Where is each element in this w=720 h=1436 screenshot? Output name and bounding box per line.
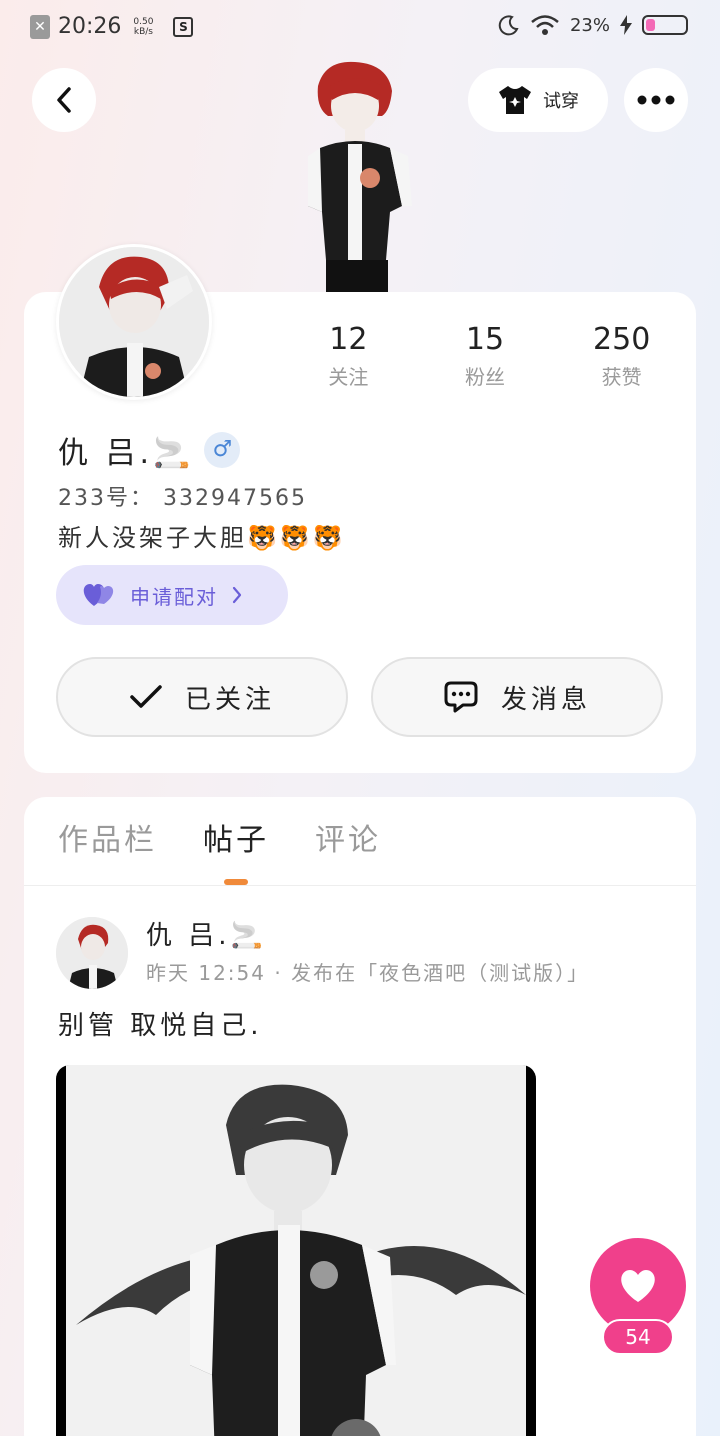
tab-divider	[24, 885, 696, 886]
chat-bubble-icon	[444, 681, 478, 713]
character-figure	[290, 56, 420, 292]
battery-percent: 23%	[569, 14, 610, 36]
more-options-button[interactable]	[624, 68, 688, 132]
stat-value: 15	[465, 322, 505, 357]
like-count: 54	[602, 1319, 674, 1355]
profile-stats: 12 关注 15 粉丝 250 获赞	[280, 322, 690, 390]
charging-icon	[620, 15, 632, 35]
heart-icon	[621, 1270, 655, 1302]
chevron-left-icon	[57, 87, 71, 113]
check-icon	[130, 685, 162, 708]
try-on-label: 试穿	[543, 91, 579, 112]
profile-avatar[interactable]	[56, 244, 212, 400]
try-on-button[interactable]: 试穿	[468, 68, 608, 132]
app-notification-icon: S	[173, 16, 194, 37]
post-author-avatar[interactable]	[56, 917, 128, 989]
post-author-name[interactable]: 仇 吕.🚬	[146, 915, 267, 952]
status-bar: ✕ 20:26 0.50 kB/s S 23%	[0, 0, 720, 56]
request-pair-label: 申请配对	[130, 584, 218, 609]
post-meta: 昨天 12:54 · 发布在「夜色酒吧（测试版）」	[146, 961, 590, 985]
wifi-icon	[531, 15, 559, 35]
stat-following[interactable]: 12 关注	[280, 322, 417, 390]
tshirt-icon	[499, 86, 531, 114]
male-gender-icon: ♂	[204, 432, 241, 468]
followed-label: 已关注	[184, 684, 275, 715]
send-message-button[interactable]: 发消息	[371, 657, 663, 737]
stat-value: 12	[329, 322, 368, 357]
feed-card: 作品栏 帖子 评论 仇 吕.🚬 昨天 12:54 · 发布在「夜色酒吧（测试版）…	[24, 797, 696, 1436]
notification-x-icon: ✕	[30, 14, 50, 39]
profile-uid: 233号： 332947565	[58, 486, 307, 511]
stat-label: 粉丝	[465, 365, 505, 389]
profile-name-text: 仇 吕.🚬	[58, 436, 195, 471]
moon-icon	[498, 15, 519, 36]
battery-icon	[642, 15, 688, 35]
post-text: 别管 取悦自己.	[58, 1011, 263, 1041]
content-tabs: 作品栏 帖子 评论	[58, 815, 381, 859]
more-dots-icon	[637, 95, 675, 105]
request-pair-button[interactable]: 申请配对	[56, 565, 288, 625]
status-time: 20:26	[58, 14, 122, 39]
stat-likes[interactable]: 250 获赞	[553, 322, 690, 390]
stat-value: 250	[593, 322, 651, 357]
hearts-icon	[83, 584, 114, 606]
network-speed: 0.50 kB/s	[133, 16, 154, 37]
stat-label: 关注	[328, 365, 369, 389]
back-button[interactable]	[32, 68, 96, 132]
chevron-right-icon	[232, 586, 242, 604]
profile-name: 仇 吕.🚬 ♂	[58, 428, 241, 472]
stat-label: 获赞	[601, 365, 642, 389]
tab-posts[interactable]: 帖子	[203, 815, 269, 859]
tab-comments[interactable]: 评论	[315, 815, 381, 859]
tab-works[interactable]: 作品栏	[58, 815, 157, 859]
stat-followers[interactable]: 15 粉丝	[417, 322, 554, 390]
profile-bio: 新人没架子大胆🐯🐯🐯	[58, 524, 346, 552]
followed-button[interactable]: 已关注	[56, 657, 348, 737]
post-image[interactable]	[56, 1065, 536, 1436]
send-message-label: 发消息	[500, 684, 591, 715]
